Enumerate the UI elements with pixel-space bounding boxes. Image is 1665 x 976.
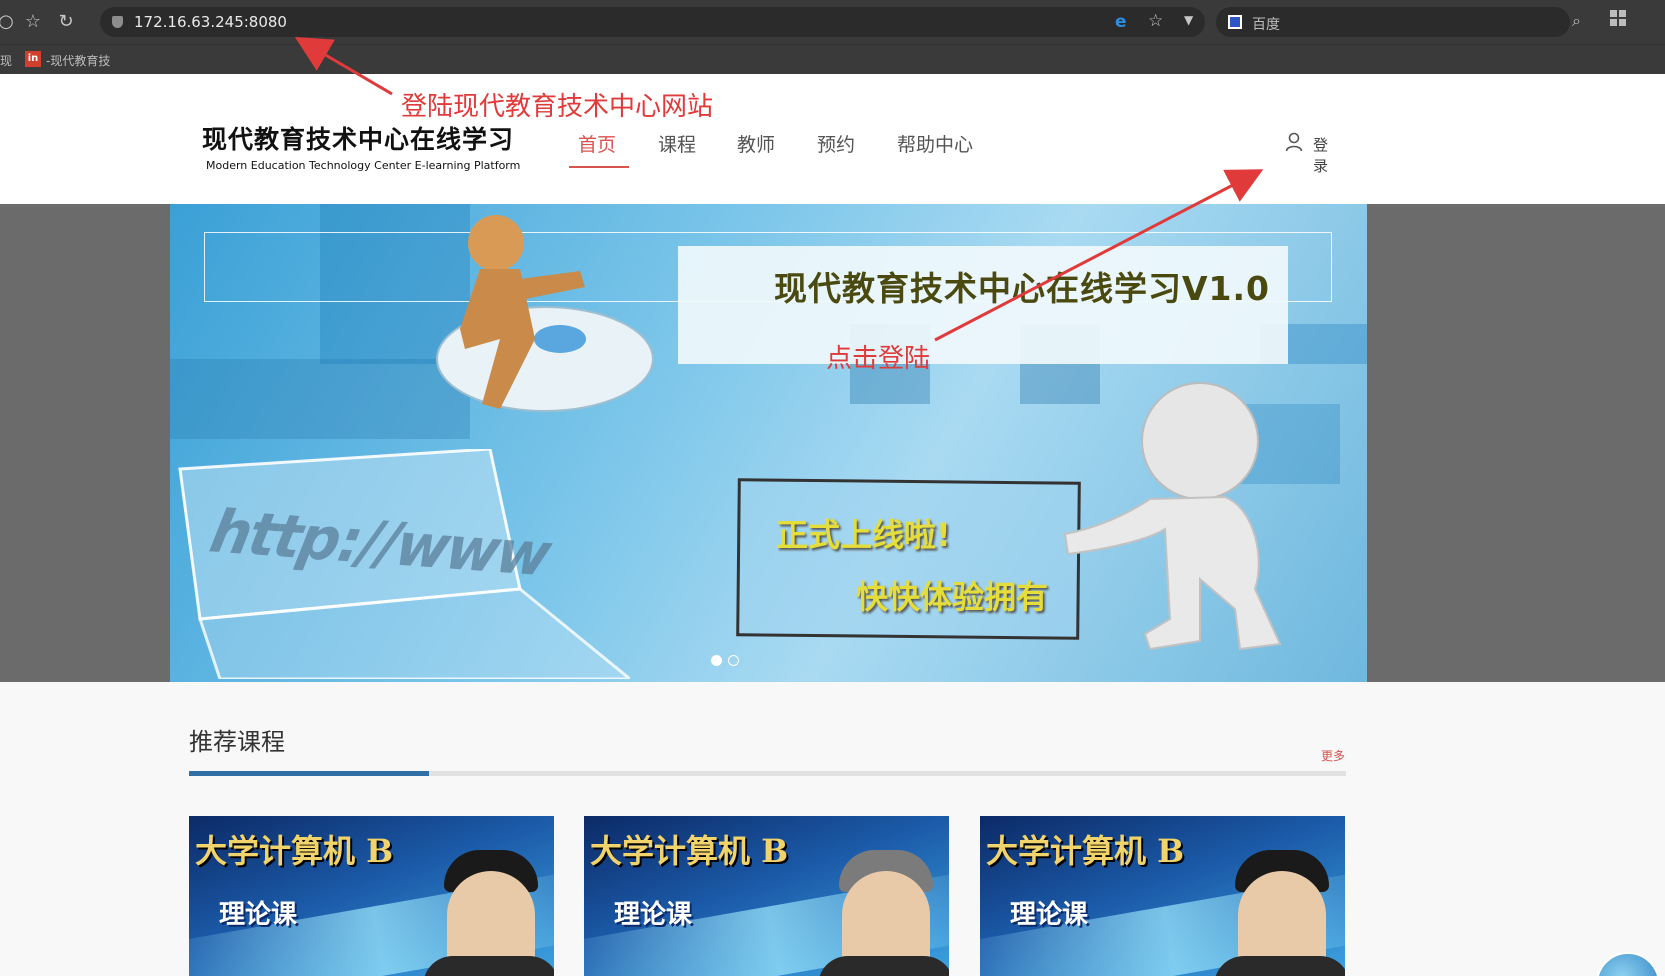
course-tag: 理论课	[219, 900, 298, 930]
browser-toolbar: ○ ☆ ↻ 172.16.63.245:8080 e ☆ ▼ 百度 ⌕	[0, 0, 1665, 44]
page-root: ○ ☆ ↻ 172.16.63.245:8080 e ☆ ▼ 百度 ⌕ 现 in…	[0, 0, 1665, 976]
annotation-click-login: 点击登陆	[826, 344, 931, 374]
bookmark-star-icon[interactable]: ☆	[21, 10, 45, 34]
course-tag: 理论课	[1010, 900, 1089, 930]
globe-widget-icon[interactable]	[1596, 952, 1660, 976]
favorite-star-icon[interactable]: ☆	[1148, 11, 1163, 31]
search-box[interactable]: 百度 ⌕	[1216, 7, 1581, 37]
nav-teachers[interactable]: 教师	[737, 130, 775, 157]
banner-title: 现代教育技术中心在线学习V1.0	[774, 269, 1270, 308]
bookmarks-bar: 现 in -现代教育技	[0, 44, 1665, 74]
bookmark-favicon-icon: in	[25, 51, 41, 67]
nav-home[interactable]: 首页	[578, 130, 616, 157]
nav-help-center[interactable]: 帮助中心	[897, 130, 973, 157]
teacher-shirt	[818, 956, 949, 976]
apps-grid-icon[interactable]	[1610, 10, 1628, 28]
course-title: 大学计算机 B	[590, 832, 789, 870]
bookmark-item[interactable]: -现代教育技	[46, 52, 110, 69]
hero-banner[interactable]: 现代教育技术中心在线学习V1.0 http://www 正式上线啦! 快快体验拥…	[170, 204, 1367, 682]
course-title: 大学计算机 B	[986, 832, 1185, 870]
site-subtitle: Modern Education Technology Center E-lea…	[206, 159, 521, 172]
chevron-down-icon[interactable]: ▼	[1184, 13, 1193, 27]
section-divider-accent	[189, 771, 429, 776]
slide-dot-1[interactable]	[711, 655, 722, 666]
teacher-shirt	[1214, 956, 1345, 976]
nav-courses[interactable]: 课程	[658, 130, 696, 157]
course-tag: 理论课	[614, 900, 693, 930]
user-icon	[1285, 132, 1303, 152]
ie-engine-icon[interactable]: e	[1115, 12, 1127, 32]
back-icon[interactable]: ○	[0, 10, 18, 34]
nav-active-underline	[569, 166, 629, 168]
search-placeholder: 百度	[1252, 17, 1280, 33]
course-card[interactable]: 大学计算机 B 理论课	[980, 816, 1345, 976]
bookmark-item[interactable]: 现	[0, 52, 12, 69]
address-bar[interactable]: 172.16.63.245:8080 e ☆ ▼	[100, 7, 1205, 37]
address-url[interactable]: 172.16.63.245:8080	[134, 13, 287, 31]
login-label[interactable]: 登录	[1313, 134, 1328, 176]
teacher-shirt	[423, 956, 554, 976]
security-shield-icon	[112, 16, 123, 28]
course-card[interactable]: 大学计算机 B 理论课	[584, 816, 949, 976]
course-title: 大学计算机 B	[195, 832, 394, 870]
white-figure-illustration	[1063, 382, 1282, 651]
figure-on-mouse-illustration	[436, 215, 654, 412]
section-title: 推荐课程	[189, 728, 285, 756]
annotation-visit-site: 登陆现代教育技术中心网站	[401, 92, 714, 122]
more-link[interactable]: 更多	[1321, 747, 1345, 764]
nav-booking[interactable]: 预约	[817, 130, 855, 157]
site-title[interactable]: 现代教育技术中心在线学习	[202, 120, 514, 156]
banner-line-1: 正式上线啦!	[776, 516, 951, 554]
banner-line-2: 快快体验拥有	[856, 578, 1049, 616]
slide-dot-2[interactable]	[728, 655, 739, 666]
reload-icon[interactable]: ↻	[54, 10, 78, 34]
search-icon[interactable]: ⌕	[1572, 11, 1581, 31]
site-header: 现代教育技术中心在线学习 Modern Education Technology…	[0, 74, 1665, 204]
baidu-logo-icon	[1228, 15, 1242, 29]
course-card[interactable]: 大学计算机 B 理论课	[189, 816, 554, 976]
